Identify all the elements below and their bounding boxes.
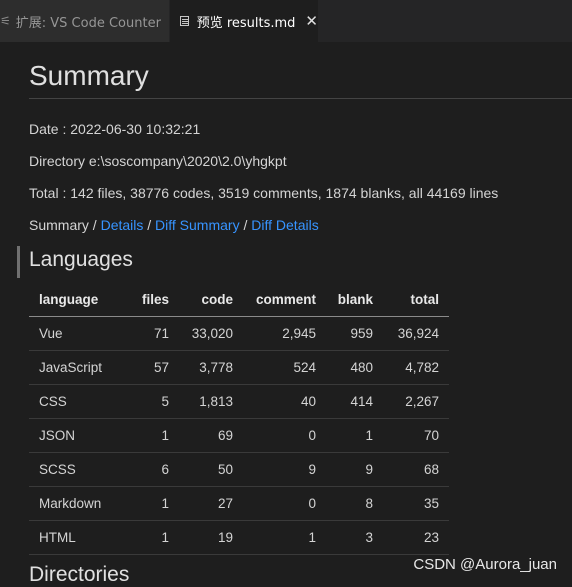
table-cell: 4,782 [383, 351, 449, 385]
table-cell: 524 [243, 351, 326, 385]
nav-separator: / [89, 217, 101, 233]
table-cell: 5 [115, 385, 179, 419]
page-title: Summary [29, 59, 572, 99]
preview-icon [180, 16, 189, 26]
date-line: Date : 2022-06-30 10:32:21 [29, 121, 200, 137]
close-icon[interactable]: ✕ [305, 12, 318, 30]
directories-heading: Directories [29, 563, 129, 587]
table-cell: 8 [326, 487, 383, 521]
column-header: language [29, 283, 115, 317]
table-cell: 2,945 [243, 317, 326, 351]
table-cell: 19 [179, 521, 243, 555]
table-cell: 959 [326, 317, 383, 351]
table-cell: 1,813 [179, 385, 243, 419]
table-cell: 35 [383, 487, 449, 521]
table-cell: 68 [383, 453, 449, 487]
table-cell: 40 [243, 385, 326, 419]
nav-diff-summary-link[interactable]: Diff Summary [155, 217, 240, 233]
languages-table: language files code comment blank total … [29, 283, 449, 555]
languages-heading: Languages [29, 248, 133, 272]
table-cell: 23 [383, 521, 449, 555]
tab-bar: ⚟ 扩展: VS Code Counter 预览 results.md ✕ [0, 0, 572, 42]
directory-line: Directory e:\soscompany\2020\2.0\yhgkpt [29, 153, 287, 169]
markdown-preview: Summary Date : 2022-06-30 10:32:21 Direc… [29, 42, 572, 99]
table-cell: JavaScript [29, 351, 115, 385]
nav-details-link[interactable]: Details [101, 217, 144, 233]
table-cell: 0 [243, 487, 326, 521]
table-cell: 3 [326, 521, 383, 555]
table-row: Vue 71 33,020 2,945 959 36,924 [29, 317, 449, 351]
table-cell: 69 [179, 419, 243, 453]
column-header: blank [326, 283, 383, 317]
table-cell: 414 [326, 385, 383, 419]
table-cell: 9 [326, 453, 383, 487]
tab-label: 预览 results.md [197, 12, 296, 31]
column-header: files [115, 283, 179, 317]
table-cell: 3,778 [179, 351, 243, 385]
nav-separator: / [240, 217, 252, 233]
table-cell: 57 [115, 351, 179, 385]
table-cell: Vue [29, 317, 115, 351]
watermark: CSDN @Aurora_juan [413, 556, 557, 573]
heading-focus-bar [17, 246, 20, 278]
table-cell: 1 [243, 521, 326, 555]
table-cell: CSS [29, 385, 115, 419]
tab-preview-results[interactable]: 预览 results.md ✕ [170, 0, 318, 42]
table-cell: Markdown [29, 487, 115, 521]
table-cell: 1 [115, 487, 179, 521]
table-cell: 0 [243, 419, 326, 453]
table-row: Markdown 1 27 0 8 35 [29, 487, 449, 521]
table-cell: 27 [179, 487, 243, 521]
table-cell: 480 [326, 351, 383, 385]
table-cell: 1 [115, 419, 179, 453]
tab-label: 扩展: VS Code Counter [16, 12, 161, 31]
table-cell: 70 [383, 419, 449, 453]
table-row: JSON 1 69 0 1 70 [29, 419, 449, 453]
table-cell: 33,020 [179, 317, 243, 351]
table-header-row: language files code comment blank total [29, 283, 449, 317]
table-row: HTML 1 19 1 3 23 [29, 521, 449, 555]
table-cell: 71 [115, 317, 179, 351]
table-row: SCSS 6 50 9 9 68 [29, 453, 449, 487]
table-row: JavaScript 57 3,778 524 480 4,782 [29, 351, 449, 385]
nav-summary: Summary [29, 217, 89, 233]
column-header: total [383, 283, 449, 317]
table-cell: 36,924 [383, 317, 449, 351]
table-cell: 50 [179, 453, 243, 487]
breadcrumb: Summary / Details / Diff Summary / Diff … [29, 217, 319, 233]
table-cell: 9 [243, 453, 326, 487]
table-row: CSS 5 1,813 40 414 2,267 [29, 385, 449, 419]
table-cell: SCSS [29, 453, 115, 487]
column-header: code [179, 283, 243, 317]
table-cell: 2,267 [383, 385, 449, 419]
table-cell: HTML [29, 521, 115, 555]
nav-separator: / [143, 217, 155, 233]
table-cell: JSON [29, 419, 115, 453]
total-line: Total : 142 files, 38776 codes, 3519 com… [29, 185, 498, 201]
nav-diff-details-link[interactable]: Diff Details [251, 217, 318, 233]
table-cell: 6 [115, 453, 179, 487]
tab-extension-vscode-counter[interactable]: ⚟ 扩展: VS Code Counter [0, 0, 170, 42]
column-header: comment [243, 283, 326, 317]
extension-icon: ⚟ [0, 14, 11, 28]
table-cell: 1 [115, 521, 179, 555]
table-cell: 1 [326, 419, 383, 453]
